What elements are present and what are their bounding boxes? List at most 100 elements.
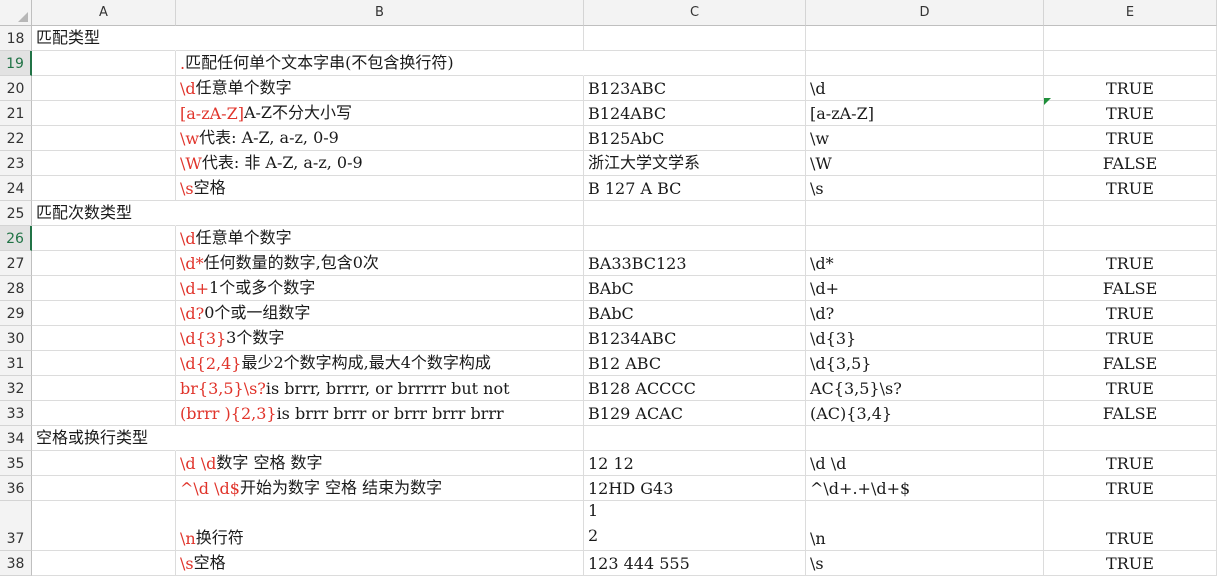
cell-c[interactable]: 1 2 <box>584 501 806 551</box>
cell-d[interactable]: \s <box>806 551 1044 576</box>
row-header[interactable]: 33 <box>0 401 32 426</box>
cell-e[interactable]: TRUE <box>1044 376 1217 401</box>
cell-c[interactable]: B125AbC <box>584 126 806 151</box>
cell-a[interactable] <box>32 551 176 576</box>
cell-e[interactable] <box>1044 226 1217 251</box>
cell-d[interactable]: (AC){3,4} <box>806 401 1044 426</box>
cell-d[interactable]: \d+ <box>806 276 1044 301</box>
cell-b[interactable]: \d 任意单个数字 <box>176 76 584 101</box>
cell-b[interactable]: \w 代表: A-Z, a-z, 0-9 <box>176 126 584 151</box>
cell-a[interactable] <box>32 476 176 501</box>
cell-e[interactable]: TRUE <box>1044 126 1217 151</box>
row-header[interactable]: 28 <box>0 276 32 301</box>
cell-c[interactable] <box>584 426 806 451</box>
cell-a[interactable] <box>32 51 176 76</box>
cell-a[interactable] <box>32 276 176 301</box>
cell-c[interactable]: BAbC <box>584 276 806 301</box>
cell-d[interactable]: ^\d+.+\d+$ <box>806 476 1044 501</box>
cell-d[interactable]: [a-zA-Z] <box>806 101 1044 126</box>
select-all-corner[interactable] <box>0 0 32 26</box>
cell-d[interactable]: \w <box>806 126 1044 151</box>
cell-d[interactable]: AC{3,5}\s? <box>806 376 1044 401</box>
column-header-d[interactable]: D <box>806 0 1044 26</box>
cell-c[interactable]: 12 12 <box>584 451 806 476</box>
cell-e[interactable]: TRUE <box>1044 76 1217 101</box>
cell-e[interactable]: TRUE <box>1044 551 1217 576</box>
cell-b[interactable]: \W 代表: 非 A-Z, a-z, 0-9 <box>176 151 584 176</box>
comment-indicator-icon[interactable] <box>1044 98 1051 105</box>
cell-d[interactable] <box>806 51 1044 76</box>
cell-e[interactable]: TRUE <box>1044 301 1217 326</box>
cell-c[interactable]: 123 444 555 <box>584 551 806 576</box>
cell-d[interactable]: \d? <box>806 301 1044 326</box>
cell-e[interactable] <box>1044 51 1217 76</box>
row-header[interactable]: 36 <box>0 476 32 501</box>
cell-a[interactable] <box>32 251 176 276</box>
cell-b[interactable]: br{3,5}\s? is brrr, brrrr, or brrrrr but… <box>176 376 584 401</box>
cell-d[interactable]: \d{3,5} <box>806 351 1044 376</box>
cell-d[interactable]: \d{3} <box>806 326 1044 351</box>
cell-d[interactable]: \d \d <box>806 451 1044 476</box>
cell-c[interactable]: B123ABC <box>584 76 806 101</box>
cell-b[interactable]: \d 任意单个数字 <box>176 226 584 251</box>
row-header[interactable]: 23 <box>0 151 32 176</box>
column-header-e[interactable]: E <box>1044 0 1217 26</box>
row-header[interactable]: 22 <box>0 126 32 151</box>
cell-b[interactable]: \d+ 1个或多个数字 <box>176 276 584 301</box>
cell-e[interactable]: TRUE <box>1044 476 1217 501</box>
cell-e[interactable] <box>1044 426 1217 451</box>
row-header[interactable]: 21 <box>0 101 32 126</box>
cell-e[interactable] <box>1044 201 1217 226</box>
cell-a[interactable] <box>32 401 176 426</box>
cell-e[interactable]: FALSE <box>1044 351 1217 376</box>
row-header[interactable]: 24 <box>0 176 32 201</box>
cell-b[interactable] <box>176 26 584 51</box>
row-header[interactable]: 38 <box>0 551 32 576</box>
cell-c[interactable]: B1234ABC <box>584 326 806 351</box>
cell-d[interactable]: \s <box>806 176 1044 201</box>
row-header[interactable]: 19 <box>0 51 32 76</box>
cell-c[interactable]: BA33BC123 <box>584 251 806 276</box>
cell-b[interactable]: \d? 0个或一组数字 <box>176 301 584 326</box>
column-header-b[interactable]: B <box>176 0 584 26</box>
cell-a[interactable] <box>32 151 176 176</box>
cell-b[interactable]: \d* 任何数量的数字,包含0次 <box>176 251 584 276</box>
cell-b[interactable] <box>176 426 584 451</box>
cell-b[interactable]: \n 换行符 <box>176 501 584 551</box>
cell-d[interactable] <box>806 226 1044 251</box>
cell-a[interactable] <box>32 351 176 376</box>
cell-b[interactable]: (brrr ){2,3} is brrr brrr or brrr brrr b… <box>176 401 584 426</box>
cell-e[interactable]: FALSE <box>1044 276 1217 301</box>
cell-e[interactable]: TRUE <box>1044 176 1217 201</box>
cell-e[interactable]: FALSE <box>1044 151 1217 176</box>
cell-c[interactable] <box>584 201 806 226</box>
cell-d[interactable] <box>806 201 1044 226</box>
row-header[interactable]: 18 <box>0 26 32 51</box>
row-header[interactable]: 26 <box>0 226 32 251</box>
column-header-c[interactable]: C <box>584 0 806 26</box>
row-header[interactable]: 30 <box>0 326 32 351</box>
row-header[interactable]: 29 <box>0 301 32 326</box>
cell-a[interactable] <box>32 176 176 201</box>
cell-c[interactable]: B12 ABC <box>584 351 806 376</box>
cell-d[interactable]: \d <box>806 76 1044 101</box>
cell-b[interactable]: . 匹配任何单个文本字串(不包含换行符) <box>176 51 584 76</box>
cell-d[interactable] <box>806 426 1044 451</box>
row-header[interactable]: 32 <box>0 376 32 401</box>
cell-c[interactable]: B124ABC <box>584 101 806 126</box>
cell-c[interactable]: 12HD G43 <box>584 476 806 501</box>
cell-c[interactable]: BAbC <box>584 301 806 326</box>
cell-a[interactable] <box>32 301 176 326</box>
cell-a[interactable] <box>32 226 176 251</box>
cell-a[interactable] <box>32 101 176 126</box>
cell-d[interactable]: \n <box>806 501 1044 551</box>
cell-b[interactable]: \s 空格 <box>176 551 584 576</box>
cell-b[interactable] <box>176 201 584 226</box>
cell-e[interactable] <box>1044 26 1217 51</box>
row-header[interactable]: 37 <box>0 501 32 551</box>
row-header[interactable]: 31 <box>0 351 32 376</box>
cell-a[interactable] <box>32 126 176 151</box>
cell-c[interactable]: 浙江大学文学系 <box>584 151 806 176</box>
cell-e[interactable]: TRUE <box>1044 101 1217 126</box>
cell-a[interactable]: 空格或换行类型 <box>32 426 176 451</box>
